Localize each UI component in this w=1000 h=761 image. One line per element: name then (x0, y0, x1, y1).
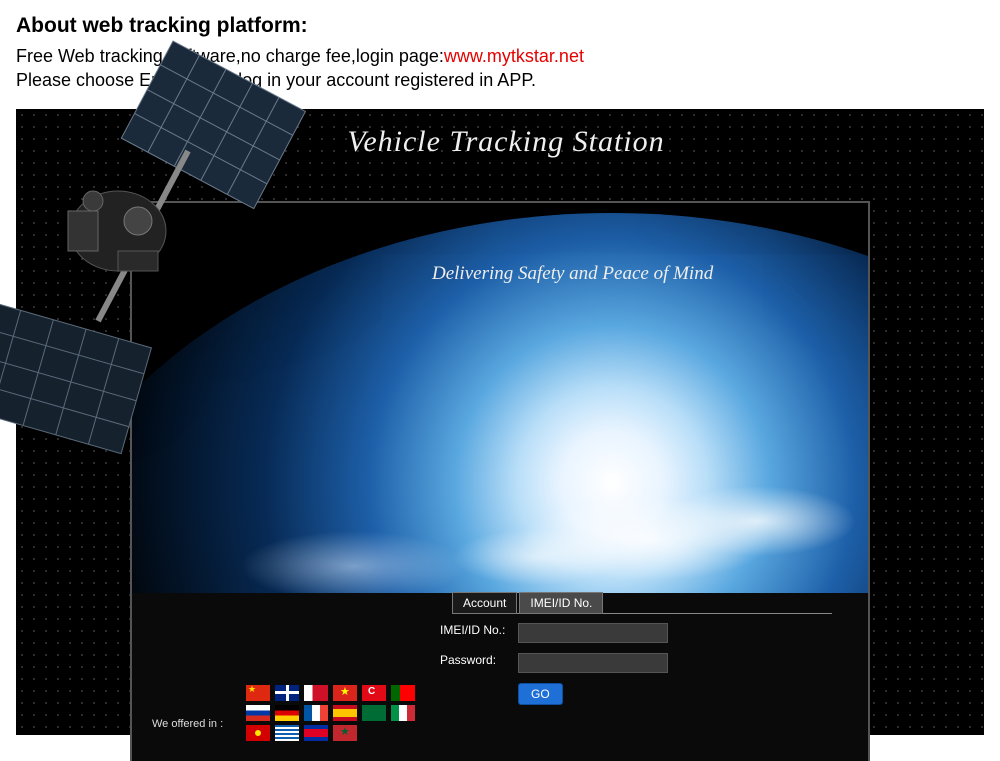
input-password[interactable] (518, 653, 668, 673)
row-password: Password: (440, 653, 668, 673)
login-form: IMEI/ID No.: Password: GO (440, 623, 668, 705)
flag-bahrain[interactable] (304, 685, 328, 701)
flag-russia[interactable] (246, 705, 270, 721)
flag-spain[interactable] (333, 705, 357, 721)
app-stage: Vehicle Tracking Station Delivering Safe… (16, 109, 984, 735)
flag-germany[interactable] (275, 705, 299, 721)
row-imei: IMEI/ID No.: (440, 623, 668, 643)
go-button[interactable]: GO (518, 683, 563, 705)
intro-link[interactable]: www.mytkstar.net (444, 46, 584, 66)
tab-imei[interactable]: IMEI/ID No. (519, 592, 603, 614)
login-tabs: Account IMEI/ID No. (452, 591, 832, 614)
flag-uk[interactable] (275, 685, 299, 701)
input-imei[interactable] (518, 623, 668, 643)
flag-greece[interactable] (275, 725, 299, 741)
flag-saudi-arabia[interactable] (362, 705, 386, 721)
satellite-icon (0, 31, 318, 491)
flag-france[interactable] (304, 705, 328, 721)
flag-portugal[interactable] (391, 685, 415, 701)
flag-china[interactable] (246, 685, 270, 701)
flag-macedonia[interactable] (246, 725, 270, 741)
login-area: Account IMEI/ID No. IMEI/ID No.: Passwor… (132, 593, 868, 761)
offered-label: We offered in : (152, 718, 223, 730)
language-flags (246, 685, 415, 741)
subtitle: Delivering Safety and Peace of Mind (432, 263, 713, 285)
flag-cambodia[interactable] (304, 725, 328, 741)
flag-turkey[interactable] (362, 685, 386, 701)
flag-morocco[interactable] (333, 725, 357, 741)
label-password: Password: (440, 653, 518, 669)
flag-vietnam[interactable] (333, 685, 357, 701)
page-title: Vehicle Tracking Station (136, 125, 876, 159)
flag-italy[interactable] (391, 705, 415, 721)
tab-account[interactable]: Account (452, 592, 517, 614)
label-imei: IMEI/ID No.: (440, 623, 518, 639)
